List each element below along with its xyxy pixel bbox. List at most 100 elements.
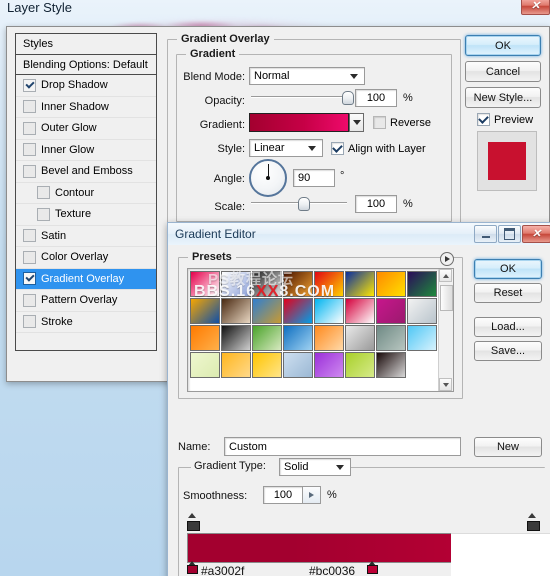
gradient-dropdown-button[interactable] (349, 113, 364, 132)
color-stop-right[interactable] (366, 561, 378, 574)
preset-swatch[interactable] (252, 325, 282, 351)
opacity-stop-right[interactable] (526, 513, 540, 531)
ge-new-button[interactable]: New (474, 437, 542, 457)
gradient-type-combo[interactable]: Solid (279, 458, 351, 476)
ge-save-button[interactable]: Save... (474, 341, 542, 361)
opacity-slider[interactable] (251, 91, 354, 105)
preset-swatch[interactable] (252, 271, 282, 297)
scale-slider-knob[interactable] (298, 197, 310, 211)
close-button[interactable]: ✕ (522, 225, 550, 243)
style-item-inner-glow[interactable]: Inner Glow (16, 139, 156, 161)
preset-swatch[interactable] (345, 352, 375, 378)
close-button[interactable]: ✕ (521, 0, 550, 15)
style-item-satin[interactable]: Satin (16, 225, 156, 247)
preset-swatch[interactable] (190, 325, 220, 351)
scrollbar-thumb[interactable] (440, 285, 453, 311)
scroll-down-button[interactable] (439, 378, 452, 391)
preset-swatch[interactable] (376, 271, 406, 297)
preset-swatch[interactable] (283, 298, 313, 324)
presets-grid[interactable] (190, 271, 437, 378)
preset-swatch[interactable] (345, 298, 375, 324)
smoothness-stepper[interactable] (303, 486, 321, 504)
ge-load-button[interactable]: Load... (474, 317, 542, 337)
preset-swatch[interactable] (221, 325, 251, 351)
preset-swatch[interactable] (283, 352, 313, 378)
preset-swatch[interactable] (283, 325, 313, 351)
style-item-pattern-overlay[interactable]: Pattern Overlay (16, 290, 156, 312)
style-item-bevel-and-emboss[interactable]: Bevel and Emboss (16, 161, 156, 183)
checkbox-icon[interactable] (23, 121, 36, 135)
new-style-button[interactable]: New Style... (465, 87, 541, 108)
checkbox-icon[interactable] (23, 315, 36, 329)
preset-swatch[interactable] (407, 325, 437, 351)
blending-options-item[interactable]: Blending Options: Default (16, 55, 156, 75)
preset-swatch[interactable] (314, 298, 344, 324)
preset-swatch[interactable] (252, 352, 282, 378)
checkbox-icon[interactable] (23, 229, 36, 243)
style-combo[interactable]: Linear (249, 139, 323, 157)
preset-swatch[interactable] (221, 352, 251, 378)
preset-swatch[interactable] (190, 298, 220, 324)
reverse-checkbox[interactable]: Reverse (373, 116, 431, 129)
checkbox-icon[interactable] (23, 272, 36, 286)
style-item-gradient-overlay[interactable]: Gradient Overlay (16, 268, 156, 290)
style-item-drop-shadow[interactable]: Drop Shadow (16, 75, 156, 97)
preset-swatch[interactable] (252, 298, 282, 324)
smoothness-input[interactable]: 100 (263, 486, 303, 504)
maximize-button[interactable] (498, 225, 521, 243)
layer-style-titlebar[interactable]: Layer Style ✕ (0, 0, 550, 20)
preset-swatch[interactable] (190, 271, 220, 297)
name-input[interactable]: Custom (224, 437, 461, 456)
opacity-slider-knob[interactable] (342, 91, 354, 105)
checkbox-icon[interactable] (37, 207, 50, 221)
scale-slider[interactable] (251, 197, 347, 211)
preset-swatch[interactable] (221, 298, 251, 324)
preset-swatch[interactable] (314, 352, 344, 378)
opacity-input[interactable]: 100 (355, 89, 397, 107)
align-with-layer-checkbox[interactable]: Align with Layer (331, 142, 426, 155)
gradient-swatch[interactable] (249, 113, 349, 132)
checkbox-icon[interactable] (23, 293, 36, 307)
preset-swatch[interactable] (376, 325, 406, 351)
preset-swatch[interactable] (314, 271, 344, 297)
opacity-stop-left[interactable] (186, 513, 200, 531)
checkbox-icon[interactable] (37, 186, 50, 200)
style-item-contour[interactable]: Contour (16, 182, 156, 204)
ge-ok-button[interactable]: OK (474, 259, 542, 279)
style-item-texture[interactable]: Texture (16, 204, 156, 226)
ge-reset-button[interactable]: Reset (474, 283, 542, 303)
checkbox-icon[interactable] (23, 143, 36, 157)
styles-list[interactable]: Styles Blending Options: Default Drop Sh… (15, 33, 157, 351)
style-item-color-overlay[interactable]: Color Overlay (16, 247, 156, 269)
checkbox-icon[interactable] (23, 250, 36, 264)
preset-swatch[interactable] (407, 298, 437, 324)
ok-button[interactable]: OK (465, 35, 541, 56)
angle-input[interactable]: 90 (293, 169, 335, 187)
preset-swatch[interactable] (283, 271, 313, 297)
blend-mode-combo[interactable]: Normal (249, 67, 365, 85)
checkbox-icon[interactable] (23, 164, 36, 178)
preset-swatch[interactable] (376, 352, 406, 378)
checkbox-icon[interactable] (23, 78, 36, 92)
cancel-button[interactable]: Cancel (465, 61, 541, 82)
style-item-stroke[interactable]: Stroke (16, 311, 156, 333)
preview-checkbox[interactable]: Preview (477, 113, 533, 126)
checkbox-icon[interactable] (23, 100, 36, 114)
preset-swatch[interactable] (190, 352, 220, 378)
angle-dial[interactable] (249, 159, 287, 197)
preset-swatch[interactable] (376, 298, 406, 324)
preset-swatch[interactable] (345, 325, 375, 351)
scale-input[interactable]: 100 (355, 195, 397, 213)
presets-well[interactable]: PS教程论坛 BBS.16XX8.COM (187, 268, 454, 392)
style-item-inner-shadow[interactable]: Inner Shadow (16, 96, 156, 118)
minimize-button[interactable] (474, 225, 497, 243)
color-stop-left[interactable] (186, 561, 198, 574)
preset-swatch[interactable] (314, 325, 344, 351)
preset-swatch[interactable] (345, 271, 375, 297)
preset-swatch[interactable] (221, 271, 251, 297)
gradient-editor-titlebar[interactable]: Gradient Editor ✕ (168, 223, 550, 245)
scroll-up-button[interactable] (439, 269, 452, 282)
preset-swatch[interactable] (407, 271, 437, 297)
style-item-outer-glow[interactable]: Outer Glow (16, 118, 156, 140)
presets-menu-button[interactable] (440, 252, 454, 266)
